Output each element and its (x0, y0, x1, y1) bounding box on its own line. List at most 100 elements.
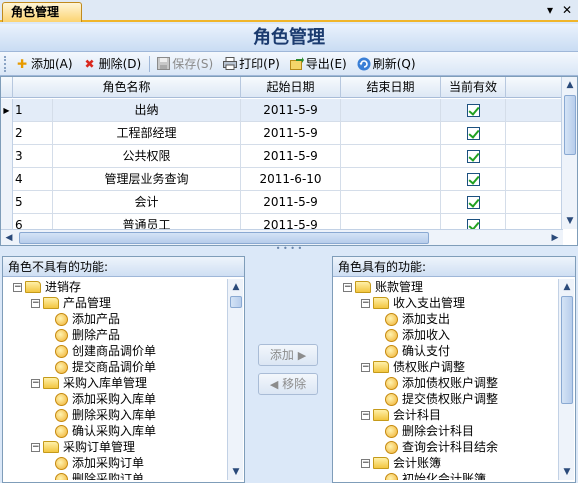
tree-folder-node[interactable]: − 账款管理 (343, 279, 423, 295)
collapse-icon[interactable]: − (31, 442, 40, 452)
tree-folder-node[interactable]: − 收入支出管理 (361, 295, 465, 311)
add-button[interactable]: ✚ 添加(A) (11, 54, 77, 74)
active-checkbox[interactable] (466, 104, 480, 117)
splitter-handle[interactable]: • • • • (0, 245, 578, 254)
tree-leaf-node[interactable]: 添加采购订单 (55, 455, 144, 471)
tree-leaf-node[interactable]: 查询会计科目结余 (385, 439, 498, 455)
tree-leaf-node[interactable]: 初始化会计账簿 (385, 471, 486, 480)
tree-node-label: 确认支付 (402, 344, 451, 358)
table-row[interactable]: 4 管理层业务查询 2011-6-10 (1, 168, 563, 191)
role-name: 管理层业务查询 (53, 168, 241, 191)
end-date (341, 191, 441, 214)
table-row[interactable]: ▶ 1 出纳 2011-5-9 (1, 99, 563, 122)
grid-horizontal-scroll-thumb[interactable] (19, 232, 429, 244)
start-date: 2011-5-9 (241, 145, 341, 168)
function-icon (385, 312, 398, 326)
active-cell (441, 145, 506, 168)
tree-leaf-node[interactable]: 创建商品调价单 (55, 343, 156, 359)
tree-folder-node[interactable]: − 债权账户调整 (361, 359, 465, 375)
grid-vertical-scroll-thumb[interactable] (564, 95, 576, 155)
tree-node-label: 添加收入 (402, 328, 451, 342)
scroll-up-icon[interactable]: ▲ (562, 77, 577, 93)
tree-leaf-node[interactable]: 删除产品 (55, 327, 120, 343)
tree-folder-node[interactable]: − 会计账簿 (361, 455, 441, 471)
row-id: 3 (13, 145, 53, 168)
export-button[interactable]: 导出(E) (286, 54, 351, 74)
scroll-down-icon[interactable]: ▼ (559, 464, 575, 480)
delete-button[interactable]: ✖ 删除(D) (79, 54, 146, 74)
right-tree-scroll-thumb[interactable] (561, 296, 573, 404)
save-button[interactable]: 保存(S) (152, 54, 217, 74)
column-header-end-date[interactable]: 结束日期 (341, 77, 441, 98)
tree-folder-node[interactable]: − 进销存 (13, 279, 81, 295)
assigned-functions-tree[interactable]: − 账款管理 − 收入支出管理 添加支出 添加收入确认支付 − 债权账户调整 添加债权账户调整提… (335, 279, 557, 480)
table-row[interactable]: 2 工程部经理 2011-5-9 (1, 122, 563, 145)
unassigned-functions-tree[interactable]: − 进销存 − 产品管理 添加产品 删除产品 创建商品调价单 提交商品调价单 − 采购入库单管理添… (5, 279, 226, 480)
left-tree-scroll-thumb[interactable] (230, 296, 242, 308)
scroll-left-icon[interactable]: ◀ (1, 230, 17, 245)
tree-leaf-node[interactable]: 添加收入 (385, 327, 450, 343)
tab-list-dropdown-icon[interactable]: ▾ (543, 3, 557, 17)
row-header (1, 145, 13, 168)
scroll-up-icon[interactable]: ▲ (559, 279, 575, 295)
role-name: 公共权限 (53, 145, 241, 168)
tree-node-label: 查询会计科目结余 (402, 440, 499, 454)
tree-leaf-node[interactable]: 删除会计科目 (385, 423, 474, 439)
active-checkbox[interactable] (466, 173, 480, 186)
refresh-button[interactable]: 刷新(Q) (353, 54, 420, 74)
collapse-icon[interactable]: − (343, 282, 352, 292)
toolbar-grip[interactable] (4, 55, 7, 72)
function-icon (385, 424, 398, 438)
tree-folder-node[interactable]: − 产品管理 (31, 295, 111, 311)
tree-leaf-node[interactable]: 添加产品 (55, 311, 120, 327)
left-tree-scrollbar[interactable]: ▲ ▼ (227, 279, 243, 480)
print-button[interactable]: 打印(P) (219, 54, 284, 74)
close-icon[interactable]: ✕ (560, 3, 574, 17)
tree-leaf-node[interactable]: 删除采购订单 (55, 471, 144, 480)
right-tree-scrollbar[interactable]: ▲ ▼ (558, 279, 574, 480)
tree-node-label: 提交债权账户调整 (402, 392, 499, 406)
tree-leaf-node[interactable]: 添加债权账户调整 (385, 375, 498, 391)
tree-leaf-node[interactable]: 提交商品调价单 (55, 359, 156, 375)
grid-vertical-scrollbar[interactable]: ▲ ▼ (561, 77, 577, 229)
scroll-right-icon[interactable]: ▶ (547, 230, 563, 245)
tree-leaf-node[interactable]: 提交债权账户调整 (385, 391, 498, 407)
column-header-start-date[interactable]: 起始日期 (241, 77, 341, 98)
tab-role-management[interactable]: 角色管理 (2, 2, 82, 22)
tree-leaf-node[interactable]: 确认支付 (385, 343, 450, 359)
collapse-icon[interactable]: − (13, 282, 22, 292)
collapse-icon[interactable]: − (361, 362, 370, 372)
tree-leaf-node[interactable]: 添加支出 (385, 311, 450, 327)
collapse-icon[interactable]: − (361, 298, 370, 308)
add-function-button[interactable]: 添加 ▶ (258, 344, 318, 366)
active-checkbox[interactable] (466, 127, 480, 140)
tree-leaf-node[interactable]: 删除采购入库单 (55, 407, 156, 423)
function-icon (55, 344, 68, 358)
grid-header: 角色名称 起始日期 结束日期 当前有效 (1, 77, 577, 98)
scroll-down-icon[interactable]: ▼ (562, 213, 577, 229)
active-checkbox[interactable] (466, 196, 480, 209)
column-header-active[interactable]: 当前有效 (441, 77, 506, 98)
tree-node-label: 进销存 (45, 280, 82, 294)
table-row[interactable]: 3 公共权限 2011-5-9 (1, 145, 563, 168)
tree-folder-node[interactable]: − 会计科目 (361, 407, 441, 423)
refresh-icon (357, 57, 371, 71)
column-header-name[interactable]: 角色名称 (13, 77, 241, 98)
function-icon (55, 360, 68, 374)
table-row[interactable]: 5 会计 2011-5-9 (1, 191, 563, 214)
active-checkbox[interactable] (466, 150, 480, 163)
refresh-button-label: 刷新(Q) (372, 57, 416, 71)
collapse-icon[interactable]: − (31, 298, 40, 308)
scroll-up-icon[interactable]: ▲ (228, 279, 244, 295)
plus-icon: ✚ (16, 56, 28, 71)
grid-horizontal-scrollbar[interactable]: ◀ ▶ (1, 229, 563, 245)
tree-leaf-node[interactable]: 添加采购入库单 (55, 391, 156, 407)
tree-folder-node[interactable]: − 采购订单管理 (31, 439, 135, 455)
collapse-icon[interactable]: − (361, 410, 370, 420)
remove-function-button[interactable]: ◀ 移除 (258, 373, 318, 395)
scroll-down-icon[interactable]: ▼ (228, 464, 244, 480)
collapse-icon[interactable]: − (361, 458, 370, 468)
tree-leaf-node[interactable]: 确认采购入库单 (55, 423, 156, 439)
tree-folder-node[interactable]: − 采购入库单管理 (31, 375, 147, 391)
collapse-icon[interactable]: − (31, 378, 40, 388)
